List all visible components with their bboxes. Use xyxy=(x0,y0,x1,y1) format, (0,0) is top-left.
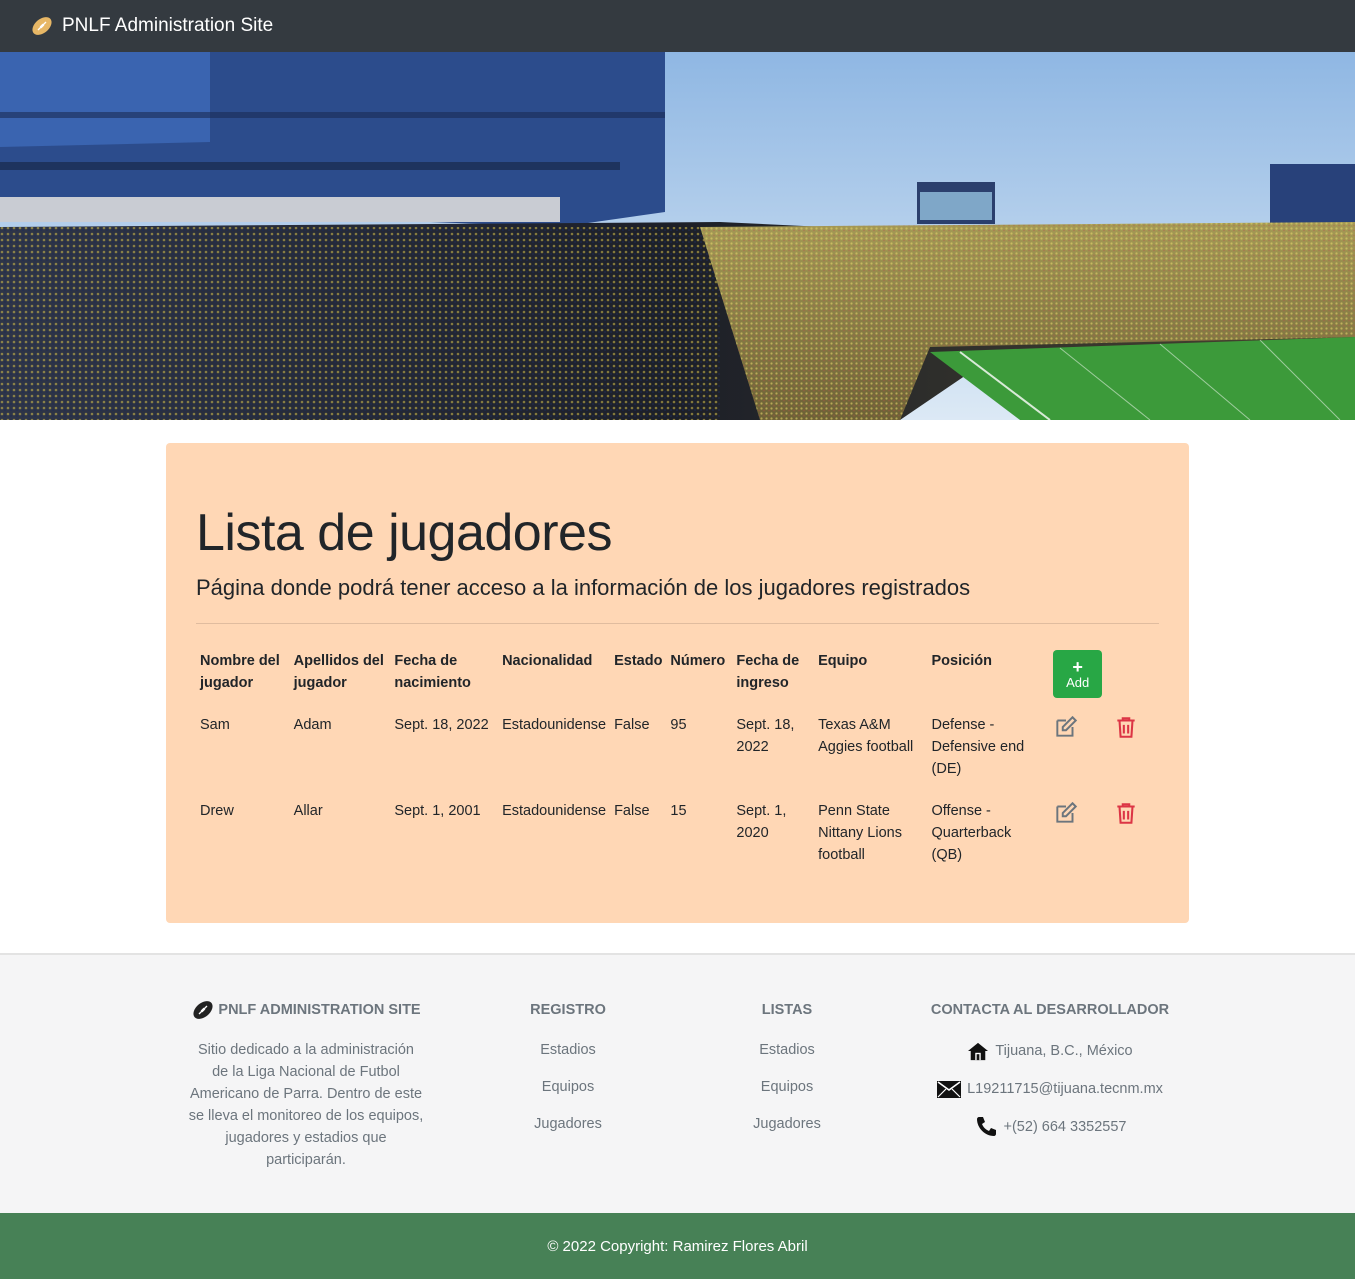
footer-link-listas-equipos[interactable]: Equipos xyxy=(719,1076,855,1098)
trash-icon[interactable] xyxy=(1113,800,1139,826)
plus-icon: + xyxy=(1072,656,1083,677)
contact-email: L19211715@tijuana.tecnm.mx xyxy=(920,1077,1180,1101)
copyright-text: © 2022 Copyright: Ramirez Flores Abril xyxy=(547,1237,808,1255)
header-empty xyxy=(1109,650,1159,704)
brand-text: PNLF Administration Site xyxy=(62,15,274,36)
cell-equipo: Texas A&M Aggies football xyxy=(818,717,914,755)
cell-fecha-ingreso: Sept. 18, 2022 xyxy=(736,717,795,755)
contact-phone-text: +(52) 664 3352557 xyxy=(1003,1119,1127,1135)
table-header-row: Nombre del jugador Apellidos del jugador… xyxy=(196,650,1159,704)
cell-estado: False xyxy=(614,803,650,819)
cell-numero: 95 xyxy=(670,717,687,733)
trash-icon[interactable] xyxy=(1113,714,1139,740)
copyright-bar: © 2022 Copyright: Ramirez Flores Abril xyxy=(0,1213,1355,1279)
envelope-icon xyxy=(937,1080,962,1098)
contact-email-link[interactable]: L19211715@tijuana.tecnm.mx xyxy=(967,1077,1163,1101)
navbar: PNLF Administration Site xyxy=(0,0,1355,52)
cell-posicion: Offense - Quarterback (QB) xyxy=(931,803,1012,863)
cell-fecha-nacimiento: Sept. 18, 2022 xyxy=(394,717,489,733)
footer-contacto-title: CONTACTA AL DESARROLLADOR xyxy=(930,1002,1170,1018)
header-fecha-ingreso: Fecha de ingreso xyxy=(736,653,800,691)
cell-fecha-ingreso: Sept. 1, 2020 xyxy=(736,803,787,841)
cell-apellidos: Allar xyxy=(293,803,323,819)
header-nombre: Nombre del jugador xyxy=(200,653,280,691)
add-player-button[interactable]: + Add xyxy=(1053,650,1103,698)
footer-link-listas-jugadores[interactable]: Jugadores xyxy=(719,1113,855,1135)
edit-icon[interactable] xyxy=(1053,800,1079,826)
page-title: Lista de jugadores xyxy=(196,504,612,562)
footer-contacto: CONTACTA AL DESARROLLADOR Tijuana, B.C.,… xyxy=(920,999,1180,1139)
players-panel: Lista de jugadores Página donde podrá te… xyxy=(166,443,1189,923)
table-row: Sam Adam Sept. 18, 2022 Estadounidense F… xyxy=(196,704,1159,790)
footer-listas-title: LISTAS xyxy=(761,1002,813,1018)
cell-delete xyxy=(1109,790,1159,876)
cell-posicion: Defense - Defensive end (DE) xyxy=(931,717,1025,777)
header-nacionalidad: Nacionalidad xyxy=(502,653,593,669)
footer-listas: LISTAS Estadios Equipos Jugadores xyxy=(719,999,855,1135)
table-row: Drew Allar Sept. 1, 2001 Estadounidense … xyxy=(196,790,1159,876)
footer-about-text: Sitio dedicado a la administración de la… xyxy=(188,1042,424,1168)
header-equipo: Equipo xyxy=(818,653,868,669)
brand-link[interactable]: PNLF Administration Site xyxy=(30,14,273,38)
header-add-cell: + Add xyxy=(1049,650,1109,704)
football-icon xyxy=(193,1001,213,1019)
footer-about-title: PNLF ADMINISTRATION SITE xyxy=(188,999,424,1021)
footer-link-listas-estadios[interactable]: Estadios xyxy=(719,1039,855,1061)
cell-estado: False xyxy=(614,717,650,733)
contact-phone: +(52) 664 3352557 xyxy=(920,1115,1180,1139)
contact-address-text: Tijuana, B.C., México xyxy=(995,1043,1133,1059)
page-subtitle: Página donde podrá tener acceso a la inf… xyxy=(196,575,971,600)
edit-icon[interactable] xyxy=(1053,714,1079,740)
cell-nacionalidad: Estadounidense xyxy=(502,803,607,819)
footer-about: PNLF ADMINISTRATION SITE Sitio dedicado … xyxy=(188,999,424,1171)
header-apellidos: Apellidos del jugador xyxy=(293,653,384,691)
add-label: Add xyxy=(1066,674,1090,690)
footer-registro: REGISTRO Estadios Equipos Jugadores xyxy=(500,999,636,1135)
cell-nacionalidad: Estadounidense xyxy=(502,717,607,733)
cell-nombre: Sam xyxy=(200,717,230,733)
contact-address: Tijuana, B.C., México xyxy=(920,1039,1180,1063)
cell-equipo: Penn State Nittany Lions football xyxy=(818,803,902,863)
hero-banner xyxy=(0,52,1355,420)
cell-delete xyxy=(1109,704,1159,790)
cell-apellidos: Adam xyxy=(293,717,332,733)
home-icon xyxy=(968,1042,989,1061)
footer: PNLF ADMINISTRATION SITE Sitio dedicado … xyxy=(0,953,1355,1213)
footer-link-registro-jugadores[interactable]: Jugadores xyxy=(500,1113,636,1135)
header-fecha-nacimiento: Fecha de nacimiento xyxy=(394,653,471,691)
stadium-image xyxy=(0,52,1355,420)
divider xyxy=(196,623,1159,624)
footer-registro-title: REGISTRO xyxy=(530,1002,606,1018)
footer-link-registro-estadios[interactable]: Estadios xyxy=(500,1039,636,1061)
cell-nombre: Drew xyxy=(200,803,234,819)
cell-edit xyxy=(1049,704,1109,790)
football-icon xyxy=(32,17,52,35)
header-numero: Número xyxy=(670,653,726,669)
cell-fecha-nacimiento: Sept. 1, 2001 xyxy=(394,803,481,819)
footer-about-title-text: PNLF ADMINISTRATION SITE xyxy=(218,1002,421,1018)
players-table: Nombre del jugador Apellidos del jugador… xyxy=(196,650,1159,876)
phone-icon xyxy=(976,1117,996,1136)
cell-edit xyxy=(1049,790,1109,876)
header-estado: Estado xyxy=(614,653,663,669)
cell-numero: 15 xyxy=(670,803,687,819)
footer-link-registro-equipos[interactable]: Equipos xyxy=(500,1076,636,1098)
header-posicion: Posición xyxy=(931,653,992,669)
